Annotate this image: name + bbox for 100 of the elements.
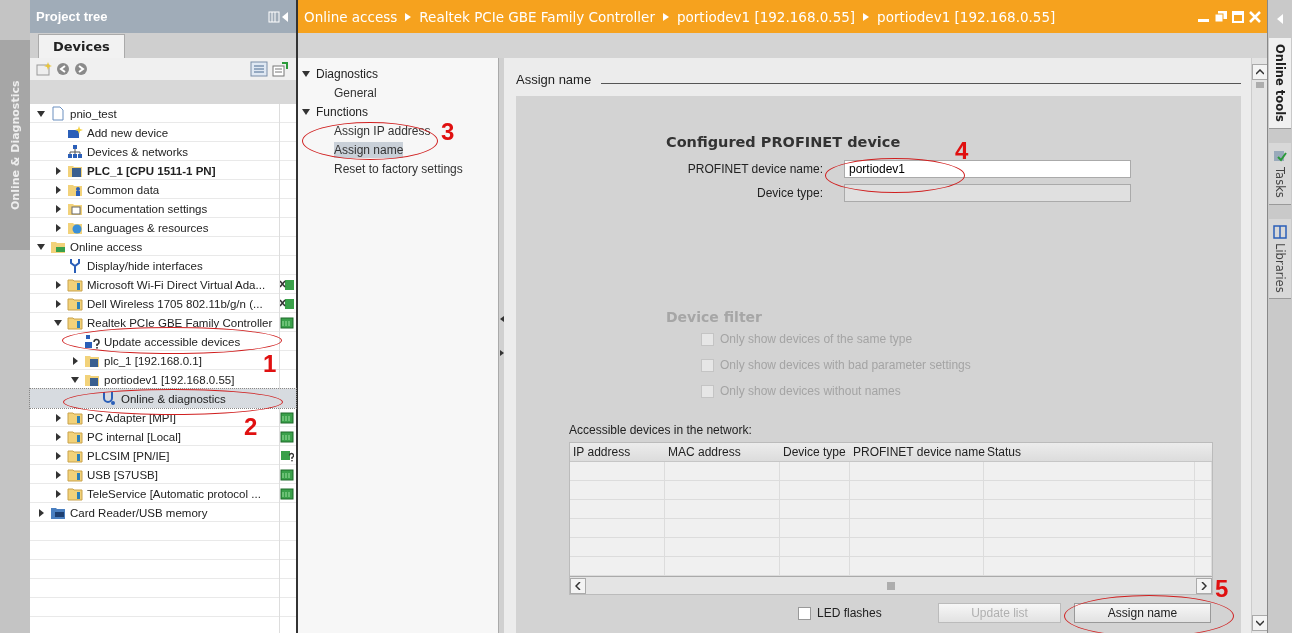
nav-item[interactable]: Assign IP address <box>334 122 431 139</box>
panel-title: Project tree <box>36 9 109 24</box>
folder-icon <box>67 163 83 178</box>
chevron-icon <box>405 12 412 21</box>
side-tab[interactable]: Libraries <box>1269 218 1291 300</box>
tree-item[interactable]: portiodev1 [192.168.0.55] <box>104 373 235 386</box>
document-icon <box>50 106 66 121</box>
tree-item[interactable]: Card Reader/USB memory <box>70 506 208 519</box>
collapsed-icon[interactable] <box>53 451 63 460</box>
tree-item[interactable]: USB [S7USB] <box>87 468 158 481</box>
collapsed-icon[interactable] <box>53 204 63 213</box>
forward-icon[interactable] <box>74 62 88 76</box>
nav-item[interactable]: General <box>334 84 377 101</box>
table-cell <box>1195 481 1212 500</box>
folder-icon <box>67 467 83 482</box>
collapsed-icon[interactable] <box>53 185 63 194</box>
tree-item[interactable]: PLC_1 [CPU 1511-1 PN] <box>87 164 216 177</box>
folder-icon <box>67 486 83 501</box>
folder-icon <box>67 220 83 235</box>
annotation-number: 1 <box>263 352 277 376</box>
tree-item[interactable]: TeleService [Automatic protocol ... <box>87 487 261 500</box>
stethoscope-icon <box>101 391 117 406</box>
tree-item[interactable]: Microsoft Wi-Fi Direct Virtual Ada... <box>87 278 266 291</box>
tree-item[interactable]: Update accessible devices <box>104 335 241 348</box>
chevron-right-icon <box>1201 581 1207 590</box>
export-icon[interactable] <box>272 61 290 77</box>
collapsed-icon[interactable] <box>70 356 80 365</box>
field-label: Device type: <box>755 186 823 200</box>
tab[interactable]: Devices <box>38 34 125 58</box>
folder-icon <box>67 201 83 216</box>
collapsed-icon[interactable] <box>53 223 63 232</box>
folder-icon <box>50 239 66 254</box>
tree-item[interactable]: plc_1 [192.168.0.1] <box>104 354 202 367</box>
folder-icon <box>67 182 83 197</box>
collapsed-icon[interactable] <box>53 489 63 498</box>
chevron-icon <box>662 12 669 21</box>
tree-item[interactable]: PLCSIM [PN/IE] <box>87 449 170 462</box>
button[interactable]: Assign name <box>1074 603 1211 623</box>
tree-item[interactable]: Display/hide interfaces <box>87 259 203 272</box>
scroll-grip-icon[interactable] <box>887 581 895 590</box>
collapsed-icon[interactable] <box>53 470 63 479</box>
tree-item[interactable]: PC internal [Local] <box>87 430 181 443</box>
tree-item[interactable]: Dell Wireless 1705 802.11b/g/n (... <box>87 297 263 310</box>
collapsed-icon[interactable] <box>53 432 63 441</box>
network-icon <box>67 144 83 159</box>
vertical-scrollbar[interactable] <box>1251 58 1267 633</box>
column-header[interactable]: IP address <box>570 443 665 461</box>
collapsed-icon[interactable] <box>53 413 63 422</box>
annotation-number: 3 <box>441 120 455 144</box>
expanded-icon[interactable] <box>70 375 80 384</box>
tasks-icon <box>1273 148 1287 163</box>
chevron-down-icon <box>1255 620 1264 626</box>
readonly-field[interactable] <box>844 184 1131 202</box>
column-header[interactable]: Device type <box>780 443 850 461</box>
nav-item[interactable]: Reset to factory settings <box>334 160 463 177</box>
back-icon[interactable] <box>56 62 70 76</box>
folder-icon <box>67 296 83 311</box>
folder-icon <box>84 353 100 368</box>
tree-item[interactable]: Common data <box>87 183 160 196</box>
table-cell <box>1195 519 1212 538</box>
book-icon <box>1273 224 1287 239</box>
scroll-up-button[interactable] <box>1251 64 1268 80</box>
expanded-icon[interactable] <box>36 109 46 118</box>
expanded-icon[interactable] <box>53 318 63 327</box>
collapsed-icon[interactable] <box>53 166 63 175</box>
tree-item[interactable]: Online access <box>70 240 143 253</box>
nav-group-label: Diagnostics <box>316 66 379 81</box>
tree-item[interactable]: Online & diagnostics <box>121 392 226 405</box>
folder-icon <box>67 315 83 330</box>
folder-icon <box>50 505 66 520</box>
checkbox[interactable] <box>798 606 811 620</box>
horizontal-scrollbar[interactable] <box>570 576 1212 594</box>
collapsed-icon[interactable] <box>53 280 63 289</box>
tree-item[interactable]: Documentation settings <box>87 202 208 215</box>
scroll-left-button[interactable] <box>570 577 586 594</box>
group-title: Configured PROFINET device <box>666 134 902 150</box>
collapsed-icon[interactable] <box>53 299 63 308</box>
input-field[interactable]: portiodev1 <box>844 160 1131 178</box>
side-tab[interactable]: Tasks <box>1269 142 1291 205</box>
tree-item[interactable]: Devices & networks <box>87 145 188 158</box>
side-tab[interactable]: Online tools <box>1269 38 1291 129</box>
scroll-right-button[interactable] <box>1196 577 1212 594</box>
nav-item[interactable]: Assign name <box>334 141 404 158</box>
expanded-icon[interactable] <box>36 242 46 251</box>
column-header[interactable]: MAC address <box>665 443 780 461</box>
scroll-grip-icon[interactable] <box>1254 80 1265 90</box>
nav-group[interactable]: Functions <box>298 102 498 121</box>
folder-icon <box>67 448 83 463</box>
column-header[interactable]: PROFINET device name <box>850 443 984 461</box>
column-header[interactable]: Status <box>984 443 1195 461</box>
chevron-icon <box>863 12 870 21</box>
collapsed-icon[interactable] <box>36 508 46 517</box>
table-cell <box>1195 500 1212 519</box>
tree-item[interactable]: Realtek PCIe GBE Family Controller <box>87 316 273 329</box>
nav-group[interactable]: Diagnostics <box>298 64 498 83</box>
tree-item[interactable]: pnio_test <box>70 107 117 120</box>
scroll-down-button[interactable] <box>1251 615 1268 631</box>
tree-item[interactable]: Languages & resources <box>87 221 209 234</box>
tree-item[interactable]: Add new device <box>87 126 169 139</box>
annotation-number: 2 <box>244 415 258 439</box>
